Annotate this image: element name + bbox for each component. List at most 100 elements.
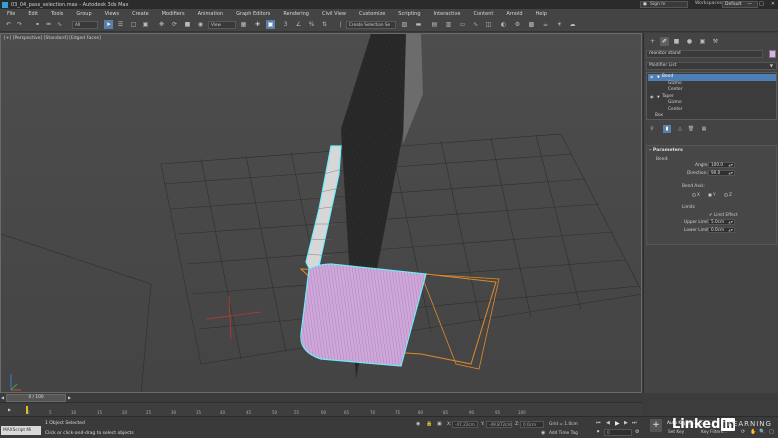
render-frame-icon[interactable]: ▩ (527, 20, 536, 29)
time-config-icon[interactable]: ⚙ (635, 429, 639, 435)
render-iterative-icon[interactable]: ☀ (555, 20, 564, 29)
percent-snap-icon[interactable]: % (307, 20, 316, 29)
bind-spacewarp-icon[interactable]: ∿ (55, 20, 64, 29)
scene-explorer-icon[interactable]: ▤ (430, 20, 439, 29)
hierarchy-tab-icon[interactable]: ■ (672, 37, 681, 46)
display-tab-icon[interactable]: ▣ (698, 37, 707, 46)
close-icon[interactable]: ✕ (771, 1, 775, 7)
maximize-viewport-icon[interactable]: □ (769, 429, 774, 435)
material-editor-icon[interactable]: ◐ (499, 20, 508, 29)
layer-explorer-icon[interactable]: ▥ (444, 20, 453, 29)
redo-icon[interactable]: ↷ (15, 20, 24, 29)
unlink-icon[interactable]: ⚮ (44, 20, 53, 29)
align-icon[interactable]: ▬ (414, 20, 423, 29)
axis-z-radio[interactable]: Z (724, 192, 732, 197)
selection-filter-dropdown[interactable]: All (72, 21, 98, 29)
sign-in-button[interactable]: ● Sign In (640, 1, 688, 8)
go-to-end-icon[interactable]: ⏭ (632, 420, 637, 426)
orbit-icon[interactable]: ⟳ (741, 429, 745, 435)
y-coord-field[interactable]: -49.872cm (486, 421, 512, 428)
curve-editor-icon[interactable]: ∿ (471, 20, 480, 29)
object-color-swatch[interactable] (769, 50, 776, 58)
mirror-icon[interactable]: ▧ (400, 20, 409, 29)
perspective-viewport[interactable] (0, 33, 642, 393)
window-crossing-icon[interactable]: ▣ (141, 20, 150, 29)
track-bar-toggle-icon[interactable]: ▶ (8, 407, 11, 412)
isolate-icon[interactable]: ◉ (416, 421, 420, 427)
place-icon[interactable]: ◉ (196, 20, 205, 29)
menu-create[interactable]: Create (132, 11, 149, 17)
menu-interactive[interactable]: Interactive (434, 11, 461, 17)
modify-tab-icon[interactable]: ✐ (660, 37, 669, 46)
menu-scripting[interactable]: Scripting (398, 11, 420, 17)
play-icon[interactable]: ▶ (615, 420, 620, 427)
angle-spinner[interactable]: 100.0 ▲▼ (708, 162, 735, 168)
time-prev-icon[interactable]: ◀ (1, 395, 4, 400)
modifier-list-dropdown[interactable]: Modifier List ▼ (646, 62, 777, 70)
next-frame-icon[interactable]: ▶ (624, 420, 628, 426)
snaps-toggle-icon[interactable]: 3 (281, 20, 290, 29)
menu-modifiers[interactable]: Modifiers (162, 11, 185, 17)
menu-customize[interactable]: Customize (359, 11, 385, 17)
named-selection-dropdown[interactable]: Create Selection Se (346, 21, 396, 29)
menu-civil-view[interactable]: Civil View (322, 11, 346, 17)
current-frame-field[interactable]: 0 (604, 429, 632, 436)
motion-tab-icon[interactable]: ● (685, 37, 694, 46)
maximize-icon[interactable]: □ (759, 1, 764, 7)
key-mode-icon[interactable]: ⚫ (596, 429, 600, 435)
time-slider[interactable]: ◀ 0 / 100 ▶ (0, 394, 642, 402)
pan-icon[interactable]: ✋ (750, 429, 756, 435)
rect-selection-icon[interactable]: □ (129, 20, 138, 29)
link-icon[interactable]: ⚭ (33, 20, 42, 29)
add-time-tag[interactable]: Add Time Tag (549, 431, 578, 436)
upper-limit-spinner[interactable]: 5.0cm ▲▼ (708, 219, 735, 225)
manipulate-icon[interactable]: ✚ (253, 20, 262, 29)
z-coord-field[interactable]: 0.0cm (520, 421, 544, 428)
menu-file[interactable]: File (7, 11, 15, 17)
time-next-icon[interactable]: ▶ (68, 395, 71, 400)
time-tag-icon[interactable]: ◉ (541, 430, 545, 436)
render-setup-icon[interactable]: ⚙ (513, 20, 522, 29)
select-by-name-icon[interactable]: ☰ (116, 20, 125, 29)
menu-arnold[interactable]: Arnold (506, 11, 522, 17)
schematic-view-icon[interactable]: ◫ (484, 20, 493, 29)
utilities-tab-icon[interactable]: ⚒ (711, 37, 720, 46)
toggle-ribbon-icon[interactable]: ▭ (458, 20, 467, 29)
object-name-field[interactable]: monitor stand (646, 50, 763, 58)
absolute-mode-icon[interactable]: ▣ (437, 421, 442, 427)
axis-y-radio[interactable]: Y (708, 192, 716, 197)
lock-icon[interactable]: 🔒 (426, 421, 432, 427)
pivot-center-icon[interactable]: ▦ (239, 20, 248, 29)
track-bar[interactable]: ▶ 0 5 10 15 20 25 30 35 40 45 50 55 60 6… (0, 402, 642, 416)
render-icon[interactable]: ☕ (541, 20, 550, 29)
zoom-icon[interactable]: 🔍 (759, 429, 765, 435)
show-end-result-icon[interactable]: ▮ (663, 125, 671, 133)
make-unique-icon[interactable]: △ (676, 125, 684, 133)
limit-effect-checkbox[interactable]: ✔ Limit Effect (709, 212, 738, 217)
stack-item-box[interactable]: Box (648, 113, 776, 120)
move-icon[interactable]: ✥ (157, 20, 166, 29)
select-object-icon[interactable]: ➤ (104, 20, 113, 29)
undo-icon[interactable]: ↶ (4, 20, 13, 29)
create-tab-icon[interactable]: + (648, 37, 657, 46)
menu-animation[interactable]: Animation (198, 11, 224, 17)
rollout-title[interactable]: – Parameters (649, 148, 683, 153)
menu-edit[interactable]: Edit (28, 11, 38, 17)
rotate-icon[interactable]: ⟳ (170, 20, 179, 29)
scale-icon[interactable]: ■ (183, 20, 192, 29)
configure-sets-icon[interactable]: ▦ (700, 125, 708, 133)
pin-stack-icon[interactable]: ⚲ (648, 125, 656, 133)
spinner-snap-icon[interactable]: ⇅ (320, 20, 329, 29)
viewport-label[interactable]: [+] [Perspective] [Standard] [Edged Face… (4, 36, 101, 41)
reference-coord-dropdown[interactable]: View (208, 21, 236, 29)
menu-help[interactable]: Help (536, 11, 547, 17)
edit-named-selection-icon[interactable]: ❲ (336, 20, 345, 29)
menu-views[interactable]: Views (105, 11, 119, 17)
remove-modifier-icon[interactable]: 🗑 (687, 125, 695, 133)
prev-frame-icon[interactable]: ◀ (606, 420, 610, 426)
menu-rendering[interactable]: Rendering (283, 11, 309, 17)
minimize-icon[interactable]: — (747, 1, 752, 7)
time-slider-knob[interactable]: 0 / 100 (6, 394, 66, 402)
keyboard-shortcut-icon[interactable]: ▣ (266, 20, 275, 29)
maxscript-listener[interactable]: MAXScript Mi (1, 426, 41, 435)
